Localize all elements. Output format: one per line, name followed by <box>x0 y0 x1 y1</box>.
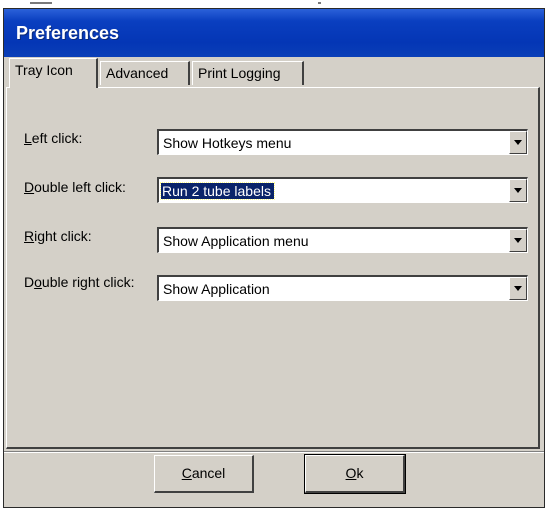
chevron-down-icon[interactable] <box>509 277 527 300</box>
tab-label: Advanced <box>106 65 169 81</box>
chevron-down-icon[interactable] <box>509 131 527 154</box>
tab-label: Print Logging <box>198 65 281 81</box>
left-click-select[interactable]: Show Hotkeys menu <box>157 129 528 155</box>
double-left-click-select[interactable]: Run 2 tube labels <box>157 177 528 203</box>
double-right-click-value: Show Application <box>163 281 270 297</box>
double-right-click-label: Double right click: <box>24 274 135 290</box>
button-separator <box>4 451 544 453</box>
tab-advanced[interactable]: Advanced <box>100 61 190 85</box>
tab-tray-icon[interactable]: Tray Icon <box>9 58 98 88</box>
window-title: Preferences <box>16 23 120 43</box>
chevron-down-icon[interactable] <box>509 179 527 202</box>
left-click-value: Show Hotkeys menu <box>163 135 292 151</box>
background-mark <box>318 2 321 4</box>
background-mark <box>30 2 52 4</box>
double-right-click-select[interactable]: Show Application <box>157 275 528 301</box>
cancel-button[interactable]: Cancel <box>154 455 254 493</box>
tab-label: Tray Icon <box>15 62 73 78</box>
background-strip <box>0 0 547 8</box>
right-click-label: Right click: <box>24 228 92 244</box>
double-left-click-label: Double left click: <box>24 179 126 195</box>
ok-button[interactable]: Ok <box>304 454 406 494</box>
chevron-down-icon[interactable] <box>509 229 527 252</box>
right-click-value: Show Application menu <box>163 233 309 249</box>
double-left-click-value: Run 2 tube labels <box>160 182 275 200</box>
right-click-select[interactable]: Show Application menu <box>157 227 528 253</box>
preferences-dialog: Preferences Tray Icon Advanced Print Log… <box>3 8 545 508</box>
left-click-label: Left click: <box>24 130 83 146</box>
tab-print-logging[interactable]: Print Logging <box>192 61 304 85</box>
title-bar[interactable]: Preferences <box>4 9 544 57</box>
